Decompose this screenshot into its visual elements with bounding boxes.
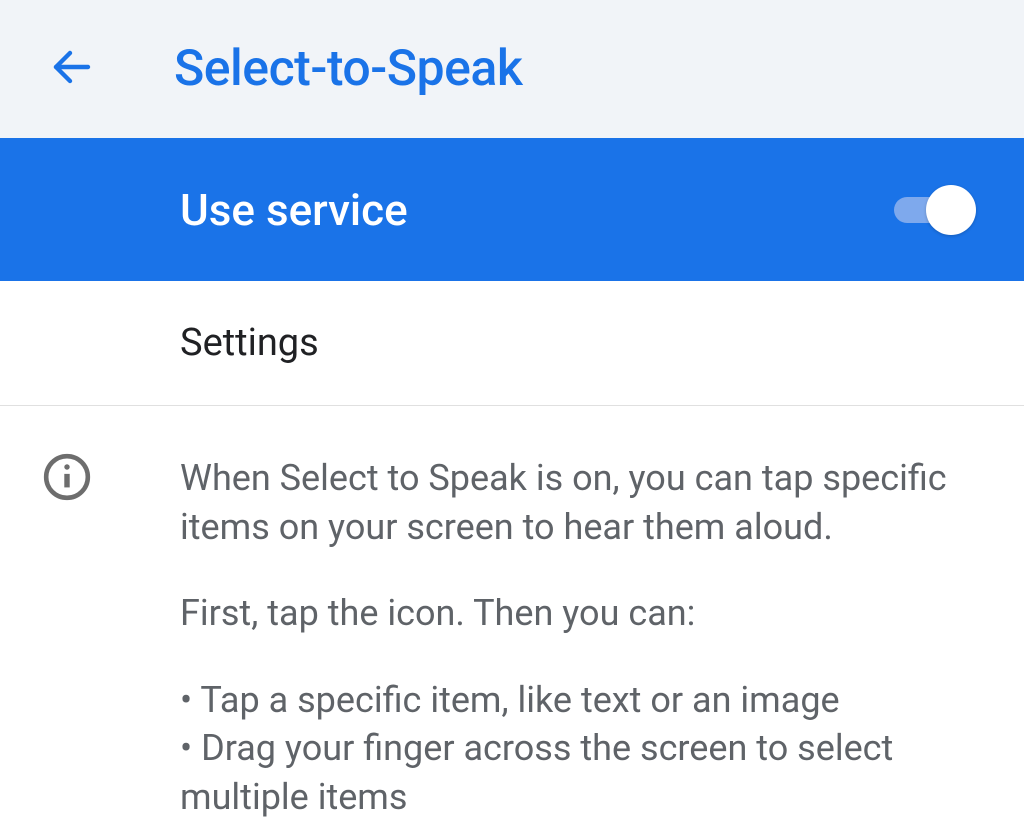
back-button[interactable] [48,43,96,95]
use-service-toggle[interactable] [890,185,976,235]
info-paragraph-2: First, tap the icon. Then you can: [180,589,986,638]
app-header: Select-to-Speak [0,0,1024,138]
info-bullet-1: • Tap a specific item, like text or an i… [180,679,840,721]
info-section: When Select to Speak is on, you can tap … [0,406,1024,822]
info-text: When Select to Speak is on, you can tap … [180,454,986,822]
info-paragraph-1: When Select to Speak is on, you can tap … [180,454,986,551]
arrow-left-icon [48,43,96,95]
toggle-thumb [926,185,976,235]
page-title: Select-to-Speak [174,40,522,98]
info-bullet-2: • Drag your finger across the screen to … [180,727,893,818]
settings-label: Settings [180,321,319,365]
info-bullets: • Tap a specific item, like text or an i… [180,676,986,822]
settings-row[interactable]: Settings [0,281,1024,406]
use-service-label: Use service [180,184,408,236]
use-service-row[interactable]: Use service [0,138,1024,281]
info-icon [42,452,92,822]
